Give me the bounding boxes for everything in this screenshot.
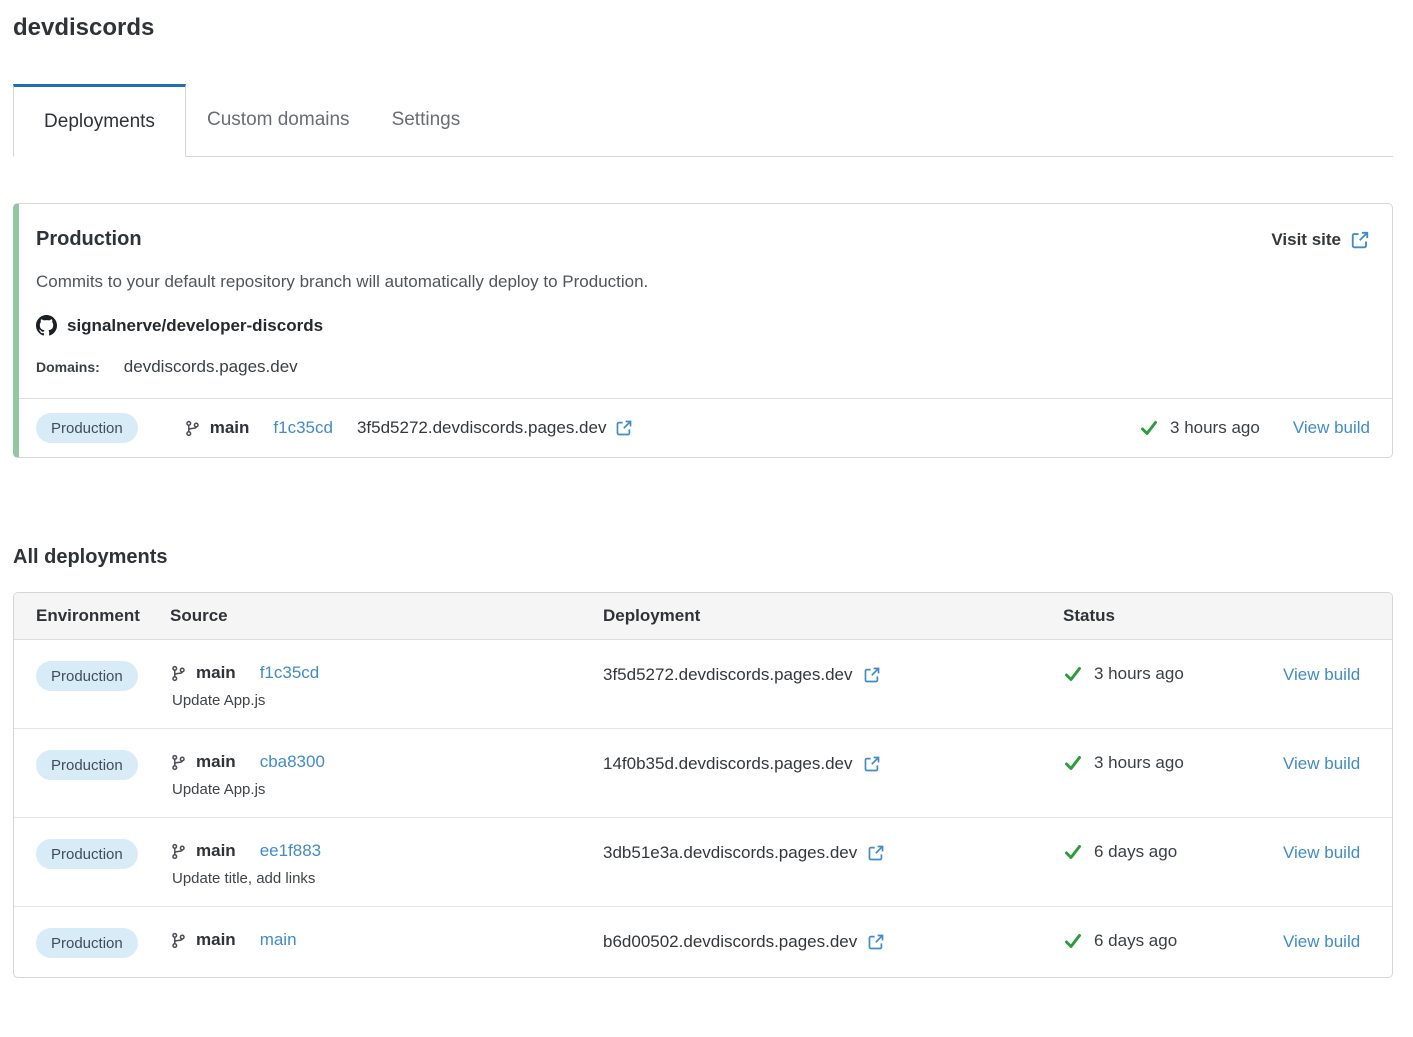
deployment-url: 3db51e3a.devdiscords.pages.dev — [603, 843, 857, 863]
deployment-url: 3f5d5272.devdiscords.pages.dev — [603, 665, 853, 685]
success-check-icon — [1063, 664, 1083, 684]
table-row: Production main main b6d00502.de — [14, 906, 1392, 977]
deployment-url: 3f5d5272.devdiscords.pages.dev — [357, 418, 607, 438]
external-link-icon — [1350, 230, 1370, 250]
git-branch-icon — [170, 665, 187, 682]
branch-name: main — [210, 418, 250, 438]
environment-badge: Production — [36, 839, 138, 869]
environment-badge: Production — [36, 661, 138, 691]
github-icon — [36, 315, 57, 336]
page-container: devdiscords Deployments Custom domains S… — [13, 14, 1393, 978]
deployment-url: 14f0b35d.devdiscords.pages.dev — [603, 754, 853, 774]
all-deployments-heading: All deployments — [13, 546, 1393, 569]
tab-custom-domains-label: Custom domains — [207, 109, 350, 131]
column-header-status: Status — [1063, 606, 1283, 626]
commit-message: Update title, add links — [172, 870, 603, 887]
commit-message: Update App.js — [172, 781, 603, 798]
git-branch-icon — [170, 754, 187, 771]
deployment-url: b6d00502.devdiscords.pages.dev — [603, 932, 857, 952]
branch-name: main — [196, 930, 236, 950]
commit-message: Update App.js — [172, 692, 603, 709]
commit-link[interactable]: cba8300 — [260, 752, 325, 772]
tab-bar: Deployments Custom domains Settings — [13, 84, 1393, 157]
status-time: 6 days ago — [1094, 842, 1177, 862]
git-branch-icon — [184, 420, 201, 437]
success-check-icon — [1063, 842, 1083, 862]
table-body: Production main f1c35cd Update App.js — [14, 640, 1392, 977]
domains-value: devdiscords.pages.dev — [124, 357, 298, 377]
repo-name[interactable]: signalnerve/developer-discords — [67, 316, 323, 336]
tab-deployments[interactable]: Deployments — [13, 84, 186, 157]
view-build-link[interactable]: View build — [1283, 843, 1360, 862]
view-build-link[interactable]: View build — [1293, 418, 1370, 438]
table-row: Production main f1c35cd Update App.js — [14, 640, 1392, 728]
commit-link[interactable]: main — [260, 930, 297, 950]
view-build-link[interactable]: View build — [1283, 932, 1360, 951]
status-time: 6 days ago — [1094, 931, 1177, 951]
tab-deployments-label: Deployments — [44, 111, 155, 133]
table-row: Production main cba8300 Update App.js — [14, 728, 1392, 817]
git-branch-icon — [170, 843, 187, 860]
deployments-table: Environment Source Deployment Status Pro… — [13, 592, 1393, 978]
column-header-environment: Environment — [14, 606, 170, 626]
tab-settings[interactable]: Settings — [371, 84, 482, 156]
success-check-icon — [1139, 418, 1159, 438]
environment-badge: Production — [36, 750, 138, 780]
table-header: Environment Source Deployment Status — [14, 593, 1392, 640]
branch-name: main — [196, 841, 236, 861]
production-deployment-row: Production main f1c35cd 3f5d5272.devdisc… — [19, 398, 1392, 457]
column-header-source: Source — [170, 606, 603, 626]
commit-link[interactable]: ee1f883 — [260, 841, 321, 861]
external-link-icon[interactable] — [615, 419, 633, 437]
external-link-icon[interactable] — [863, 666, 881, 684]
branch-name: main — [196, 663, 236, 683]
column-header-deployment: Deployment — [603, 606, 1063, 626]
status-time: 3 hours ago — [1170, 418, 1260, 438]
visit-site-label: Visit site — [1271, 230, 1341, 250]
commit-link[interactable]: f1c35cd — [273, 418, 333, 438]
commit-link[interactable]: f1c35cd — [260, 663, 320, 683]
production-card-title: Production — [36, 228, 142, 251]
production-description: Commits to your default repository branc… — [36, 272, 1370, 292]
view-build-link[interactable]: View build — [1283, 665, 1360, 684]
environment-badge: Production — [36, 413, 138, 443]
tab-settings-label: Settings — [392, 109, 461, 131]
visit-site-link[interactable]: Visit site — [1271, 230, 1370, 250]
tab-custom-domains[interactable]: Custom domains — [186, 84, 371, 156]
view-build-link[interactable]: View build — [1283, 754, 1360, 773]
environment-badge: Production — [36, 928, 138, 958]
success-check-icon — [1063, 931, 1083, 951]
table-row: Production main ee1f883 Update title, ad… — [14, 817, 1392, 906]
git-branch-icon — [170, 932, 187, 949]
branch-name: main — [196, 752, 236, 772]
status-time: 3 hours ago — [1094, 753, 1184, 773]
status-time: 3 hours ago — [1094, 664, 1184, 684]
page-title: devdiscords — [13, 14, 1393, 42]
success-check-icon — [1063, 753, 1083, 773]
domains-label: Domains: — [36, 359, 100, 375]
external-link-icon[interactable] — [867, 933, 885, 951]
external-link-icon[interactable] — [863, 755, 881, 773]
production-card: Production Visit site Commits to your de… — [13, 203, 1393, 458]
external-link-icon[interactable] — [867, 844, 885, 862]
